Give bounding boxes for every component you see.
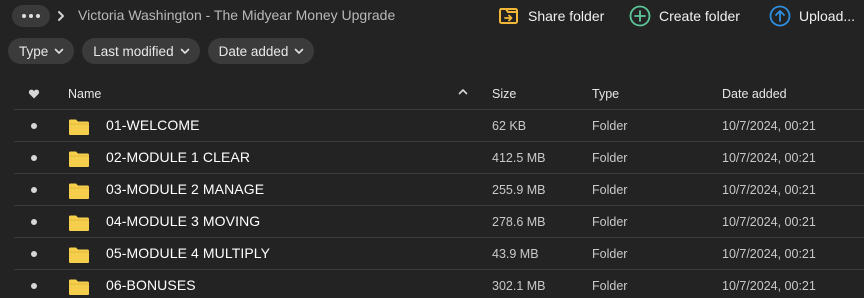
last-modified-filter-chip[interactable]: Last modified [82,38,200,64]
upload-button[interactable]: Upload... [769,5,855,27]
table-body: 01-WELCOME 62 KB Folder 10/7/2024, 00:21 02-… [14,110,864,298]
type-filter-chip[interactable]: Type [8,38,75,64]
file-type: Folder [592,151,628,165]
more-options-button[interactable] [12,5,50,27]
row-status-dot [31,283,37,289]
table-row[interactable]: 05-MODULE 4 MULTIPLY 43.9 MB Folder 10/7/20… [14,238,864,270]
file-name[interactable]: 06-BONUSES [106,277,196,293]
file-type: Folder [592,183,628,197]
file-date-added: 10/7/2024, 00:21 [722,215,816,229]
row-status-dot [31,123,37,129]
last-modified-filter-label: Last modified [93,43,174,59]
more-horizontal-icon [22,14,26,18]
folder-icon [69,215,89,231]
file-name[interactable]: 02-MODULE 1 CLEAR [106,149,250,165]
top-toolbar: Victoria Washington - The Midyear Money … [0,0,864,34]
file-size: 62 KB [492,119,527,133]
table-row[interactable]: 03-MODULE 2 MANAGE 255.9 MB Folder 10/7/202… [14,174,864,206]
file-name[interactable]: 03-MODULE 2 MANAGE [106,181,264,197]
file-date-added: 10/7/2024, 00:21 [722,279,816,293]
chevron-down-icon [295,48,304,54]
file-size: 412.5 MB [492,151,546,165]
heart-icon[interactable] [28,88,40,100]
folder-icon [69,119,89,135]
column-header-name[interactable]: Name [68,87,101,101]
folder-icon [69,183,89,199]
share-folder-button[interactable]: Share folder [498,5,604,27]
share-folder-label: Share folder [528,8,605,24]
folder-icon [69,247,89,263]
file-date-added: 10/7/2024, 00:21 [722,247,816,261]
column-header-type[interactable]: Type [592,87,619,101]
file-date-added: 10/7/2024, 00:21 [722,119,816,133]
share-folder-icon [499,8,518,24]
row-status-dot [31,219,37,225]
column-header-size[interactable]: Size [492,87,516,101]
table-row[interactable]: 06-BONUSES 302.1 MB Folder 10/7/2024, 00:21 [14,270,864,298]
column-header-date-added[interactable]: Date added [722,87,787,101]
row-status-dot [31,155,37,161]
chevron-down-icon [180,48,189,54]
upload-label: Upload... [799,8,856,24]
upload-arrow-icon [769,5,791,27]
date-added-filter-label: Date added [218,43,289,59]
row-status-dot [31,187,37,193]
file-name[interactable]: 04-MODULE 3 MOVING [106,213,260,229]
breadcrumb-folder-title[interactable]: Victoria Washington - The Midyear Money … [78,7,395,23]
file-type: Folder [592,247,628,261]
folder-icon [69,151,89,167]
file-type: Folder [592,119,628,133]
create-folder-button[interactable]: Create folder [629,5,740,27]
sort-ascending-icon[interactable] [458,88,468,95]
file-date-added: 10/7/2024, 00:21 [722,183,816,197]
plus-circle-icon [629,5,651,27]
file-size: 255.9 MB [492,183,546,197]
row-status-dot [31,251,37,257]
file-date-added: 10/7/2024, 00:21 [722,151,816,165]
date-added-filter-chip[interactable]: Date added [207,38,315,64]
chevron-right-icon [58,11,64,21]
file-table: Name Size Type Date added 01-WELCOME 62 K… [14,78,864,298]
filter-bar: Type Last modified Date added [8,38,315,64]
file-name[interactable]: 05-MODULE 4 MULTIPLY [106,245,270,261]
table-row[interactable]: 04-MODULE 3 MOVING 278.6 MB Folder 10/7/202… [14,206,864,238]
table-row[interactable]: 02-MODULE 1 CLEAR 412.5 MB Folder 10/7/2024… [14,142,864,174]
file-type: Folder [592,279,628,293]
folder-icon [69,279,89,295]
file-size: 43.9 MB [492,247,539,261]
chevron-down-icon [54,48,64,54]
file-type: Folder [592,215,628,229]
table-header: Name Size Type Date added [14,78,864,110]
table-row[interactable]: 01-WELCOME 62 KB Folder 10/7/2024, 00:21 [14,110,864,142]
create-folder-label: Create folder [659,8,740,24]
type-filter-label: Type [19,43,49,59]
file-name[interactable]: 01-WELCOME [106,117,200,133]
file-size: 302.1 MB [492,279,546,293]
file-size: 278.6 MB [492,215,546,229]
